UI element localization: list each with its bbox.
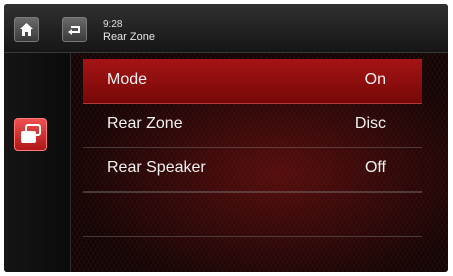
menu-row-rear-zone[interactable]: Rear Zone Disc bbox=[83, 103, 422, 148]
back-button[interactable] bbox=[62, 17, 87, 42]
menu-row-rear-speaker[interactable]: Rear Speaker Off bbox=[83, 147, 422, 192]
home-icon bbox=[20, 23, 33, 36]
home-button[interactable] bbox=[14, 17, 39, 42]
back-icon bbox=[68, 26, 80, 35]
settings-list: Mode On Rear Zone Disc Rear Speaker Off bbox=[71, 53, 448, 272]
menu-row-value: Disc bbox=[354, 115, 386, 132]
menu-row-label: Rear Speaker bbox=[107, 159, 206, 176]
row-divider bbox=[83, 192, 422, 193]
clock-time: 9:28 bbox=[103, 19, 123, 30]
menu-row-label: Mode bbox=[107, 71, 148, 88]
menu-row-value: On bbox=[364, 71, 386, 88]
page-title: Rear Zone bbox=[103, 31, 155, 43]
rear-zone-sidebar-button[interactable] bbox=[14, 118, 47, 151]
menu-row-label: Rear Zone bbox=[107, 115, 183, 132]
top-bar: 9:28 Rear Zone bbox=[4, 4, 448, 53]
row-divider bbox=[83, 236, 422, 237]
menu-row-value: Off bbox=[364, 159, 386, 176]
menu-row-mode[interactable]: Mode On bbox=[83, 59, 422, 104]
left-sidebar bbox=[4, 53, 71, 272]
screen: 9:28 Rear Zone Mode On Rear Zone Disc Re… bbox=[4, 4, 448, 272]
rear-zone-icon bbox=[21, 124, 41, 143]
